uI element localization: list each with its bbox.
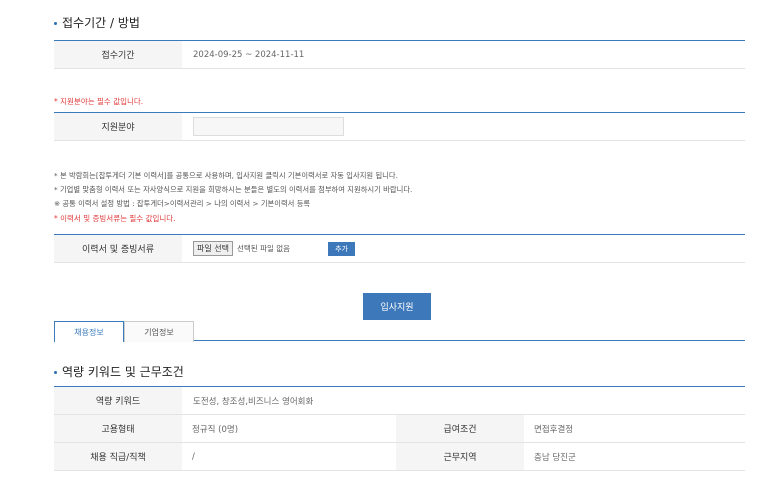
employ-type-value: 정규직 (0명) xyxy=(192,424,239,435)
tab-recruit-info[interactable]: 채용정보 xyxy=(54,321,124,342)
field-required-note: * 지원분야는 필수 값입니다. xyxy=(54,97,144,106)
period-value: 2024-09-25 ~ 2024-11-11 xyxy=(193,49,305,60)
note-line-2: * 기업별 맞춤형 이력서 또는 자사양식으로 지원을 희망하시는 분들은 별도… xyxy=(54,185,413,194)
tab-bar: 채용정보 기업정보 xyxy=(54,321,745,342)
upload-table: 이력서 및 증빙서류 파일 선택 선택된 파일 없음 추가 xyxy=(54,234,745,263)
note-line-1: * 본 박람회는[잡투게더 기본 이력서]를 공통으로 사용하며, 입사지원 클… xyxy=(54,171,398,180)
upload-label: 이력서 및 증빙서류 xyxy=(54,235,182,262)
table-row: 지원분야 xyxy=(54,113,745,141)
section-title-period: 접수기간 / 방법 xyxy=(54,14,140,31)
salary-label: 급여조건 xyxy=(396,415,524,442)
rank-label: 채용 직급/직책 xyxy=(54,443,182,470)
field-label: 지원분야 xyxy=(54,113,182,140)
section-title-keywords: 역량 키워드 및 근무조건 xyxy=(54,363,184,380)
keyword-label: 역량 키워드 xyxy=(54,387,182,414)
table-row: 접수기간 2024-09-25 ~ 2024-11-11 xyxy=(54,41,745,69)
conditions-table: 역량 키워드 도전성, 창조성,비즈니스 영어회화 고용형태 정규직 (0명) … xyxy=(54,386,745,471)
field-input[interactable] xyxy=(193,117,344,136)
field-table: 지원분야 xyxy=(54,112,745,141)
employ-type-label: 고용형태 xyxy=(54,415,182,442)
file-status: 선택된 파일 없음 xyxy=(236,244,291,253)
period-table: 접수기간 2024-09-25 ~ 2024-11-11 xyxy=(54,40,745,69)
bullet-icon xyxy=(54,371,57,374)
period-label: 접수기간 xyxy=(54,41,182,68)
table-row: 역량 키워드 도전성, 창조성,비즈니스 영어회화 xyxy=(54,387,745,415)
table-row: 이력서 및 증빙서류 파일 선택 선택된 파일 없음 추가 xyxy=(54,235,745,263)
table-row: 채용 직급/직책 / 근무지역 충남 당진군 xyxy=(54,443,745,471)
bullet-icon xyxy=(54,22,57,25)
rank-value: / xyxy=(192,451,195,462)
tab-company-info[interactable]: 기업정보 xyxy=(124,321,194,342)
keyword-value: 도전성, 창조성,비즈니스 영어회화 xyxy=(193,396,314,407)
region-label: 근무지역 xyxy=(396,443,524,470)
add-file-button[interactable]: 추가 xyxy=(328,241,355,256)
note-line-3: ※ 공통 이력서 설정 방법 : 잡투게더>이력서관리 > 나의 이력서 > 기… xyxy=(54,199,311,208)
file-select-button[interactable]: 파일 선택 xyxy=(193,241,233,256)
apply-button[interactable]: 입사지원 xyxy=(363,293,431,320)
table-row: 고용형태 정규직 (0명) 급여조건 면접후결정 xyxy=(54,415,745,443)
salary-value: 면접후결정 xyxy=(534,424,574,435)
resume-required-note: * 이력서 및 증빙서류는 필수 값입니다. xyxy=(54,214,176,223)
region-value: 충남 당진군 xyxy=(534,452,576,463)
